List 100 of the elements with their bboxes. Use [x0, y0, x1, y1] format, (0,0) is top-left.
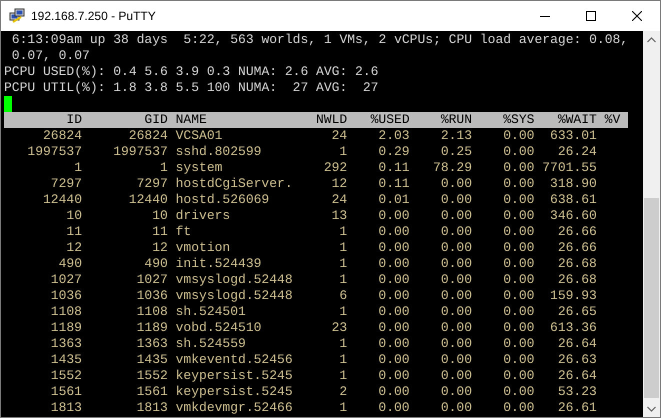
- table-cell-text: 24: [330, 192, 348, 208]
- table-cell-text: 0.00: [377, 256, 410, 272]
- column-header: NAME: [174, 112, 208, 128]
- table-cell-text: 0.00: [502, 256, 534, 272]
- table-cell-text: hostdCgiServer.: [174, 176, 294, 192]
- table-cell-text: 0.00: [440, 320, 472, 336]
- table-cell-text: 1: [338, 368, 348, 384]
- table-cell-text: 0.00: [440, 176, 472, 192]
- table-cell-text: 1108: [136, 304, 168, 320]
- table-cell-text: 1552: [136, 368, 168, 384]
- table-cell-text: init.524439: [174, 256, 262, 272]
- table-cell-text: 26.63: [556, 352, 597, 368]
- table-cell-text: 0.00: [502, 368, 534, 384]
- table-cell-text: 7701.55: [541, 160, 597, 176]
- table-cell-text: 26.61: [556, 400, 597, 416]
- column-header: %USED: [370, 112, 410, 128]
- maximize-icon: [586, 11, 596, 21]
- table-cell-text: 0.00: [440, 224, 472, 240]
- table-cell-text: 0.00: [377, 272, 410, 288]
- table-cell-text: 1189: [136, 320, 168, 336]
- table-cell-text: 292: [322, 160, 348, 176]
- table-cell-text: 0.25: [440, 144, 472, 160]
- table-cell-text: 1: [159, 160, 168, 176]
- terminal[interactable]: [1, 31, 643, 417]
- table-cell-text: 0.00: [440, 304, 472, 320]
- table-cell-text: 1: [338, 304, 348, 320]
- table-cell-text: 1: [338, 240, 348, 256]
- table-cell-text: vmotion: [174, 240, 232, 256]
- table-cell-text: 0.00: [502, 208, 534, 224]
- scroll-up-icon[interactable]: [647, 36, 656, 42]
- table-cell-text: 1435: [136, 352, 168, 368]
- scrollbar[interactable]: [643, 31, 660, 417]
- table-cell-text: keypersist.5245: [174, 384, 294, 400]
- table-cell-text: 7297: [50, 176, 82, 192]
- table-cell-text: system: [174, 160, 224, 176]
- table-cell-text: 1561: [136, 384, 168, 400]
- table-cell-text: 0.00: [377, 304, 410, 320]
- table-cell-text: 0.00: [377, 352, 410, 368]
- table-cell-text: 1036: [50, 288, 82, 304]
- table-cell-text: 0.00: [502, 384, 534, 400]
- table-cell-text: 0.00: [502, 352, 534, 368]
- table-cell-text: 53.23: [556, 384, 597, 400]
- table-cell-text: 2: [338, 384, 348, 400]
- table-cell-text: 1363: [50, 336, 82, 352]
- table-cell-text: 1: [73, 160, 82, 176]
- table-cell-text: 1813: [136, 400, 168, 416]
- column-header: NWLD: [315, 112, 348, 128]
- table-cell-text: 0.00: [502, 160, 534, 176]
- table-cell-text: vmsyslogd.52448: [174, 288, 294, 304]
- table-cell-text: sshd.802599: [174, 144, 262, 160]
- table-cell-text: 2.03: [377, 128, 410, 144]
- column-header: ID: [65, 112, 82, 128]
- table-cell-text: 0.00: [377, 368, 410, 384]
- table-cell-text: 0.00: [440, 192, 472, 208]
- table-cell-text: 26.66: [556, 224, 597, 240]
- column-header: %WAIT: [556, 112, 597, 128]
- table-cell-text: 12440: [42, 192, 82, 208]
- table-cell-text: 490: [143, 256, 168, 272]
- scrollbar-thumb[interactable]: [644, 198, 659, 398]
- table-cell-text: 12: [65, 240, 82, 256]
- table-cell-text: 0.00: [377, 336, 410, 352]
- terminal-line: PCPU UTIL(%): 1.8 3.8 5.5 100 NUMA: 27 AVG: 27: [4, 80, 380, 96]
- table-cell-text: 2.13: [440, 128, 472, 144]
- table-cell-text: 318.90: [549, 176, 597, 192]
- table-cell-text: 1552: [50, 368, 82, 384]
- table-cell-text: 159.93: [549, 288, 597, 304]
- close-icon: [632, 11, 642, 21]
- column-header: %SYS: [502, 112, 534, 128]
- table-cell-text: 1435: [50, 352, 82, 368]
- table-cell-text: 0.00: [377, 384, 410, 400]
- table-cell-text: 0.01: [377, 192, 410, 208]
- table-cell-text: 13: [330, 208, 348, 224]
- table-cell-text: 78.29: [432, 160, 472, 176]
- table-cell-text: 0.11: [377, 176, 410, 192]
- table-cell-text: 0.00: [440, 208, 472, 224]
- table-cell-text: 1: [338, 352, 348, 368]
- table-cell-text: 1027: [136, 272, 168, 288]
- table-cell-text: 26.24: [556, 144, 597, 160]
- table-cell-text: 1108: [50, 304, 82, 320]
- table-cell-text: 613.36: [549, 320, 597, 336]
- terminal-line: 6:13:09am up 38 days 5:22, 563 worlds, 1 VMs, 2 vCPUs; CPU load average: 0.08,: [10, 32, 630, 48]
- table-cell-text: 10: [151, 208, 168, 224]
- table-cell-text: 0.00: [440, 272, 472, 288]
- table-cell-text: 1997537: [112, 144, 168, 160]
- table-cell-text: 638.61: [549, 192, 597, 208]
- table-cell-text: 1: [338, 144, 348, 160]
- column-header: GID: [143, 112, 168, 128]
- table-cell-text: 1: [338, 224, 348, 240]
- table-cell-text: 26.66: [556, 240, 597, 256]
- terminal-line: 0.07, 0.07: [10, 48, 91, 64]
- table-cell-text: 0.00: [502, 192, 534, 208]
- table-cell-text: 1: [338, 400, 348, 416]
- table-cell-text: 26824: [42, 128, 82, 144]
- scroll-down-icon[interactable]: [647, 406, 656, 412]
- table-cell-text: 26824: [128, 128, 168, 144]
- table-cell-text: 1036: [136, 288, 168, 304]
- table-cell-text: 12: [151, 240, 168, 256]
- table-cell-text: 0.00: [502, 240, 534, 256]
- table-cell-text: 0.00: [440, 384, 472, 400]
- table-cell-text: sh.524501: [174, 304, 247, 320]
